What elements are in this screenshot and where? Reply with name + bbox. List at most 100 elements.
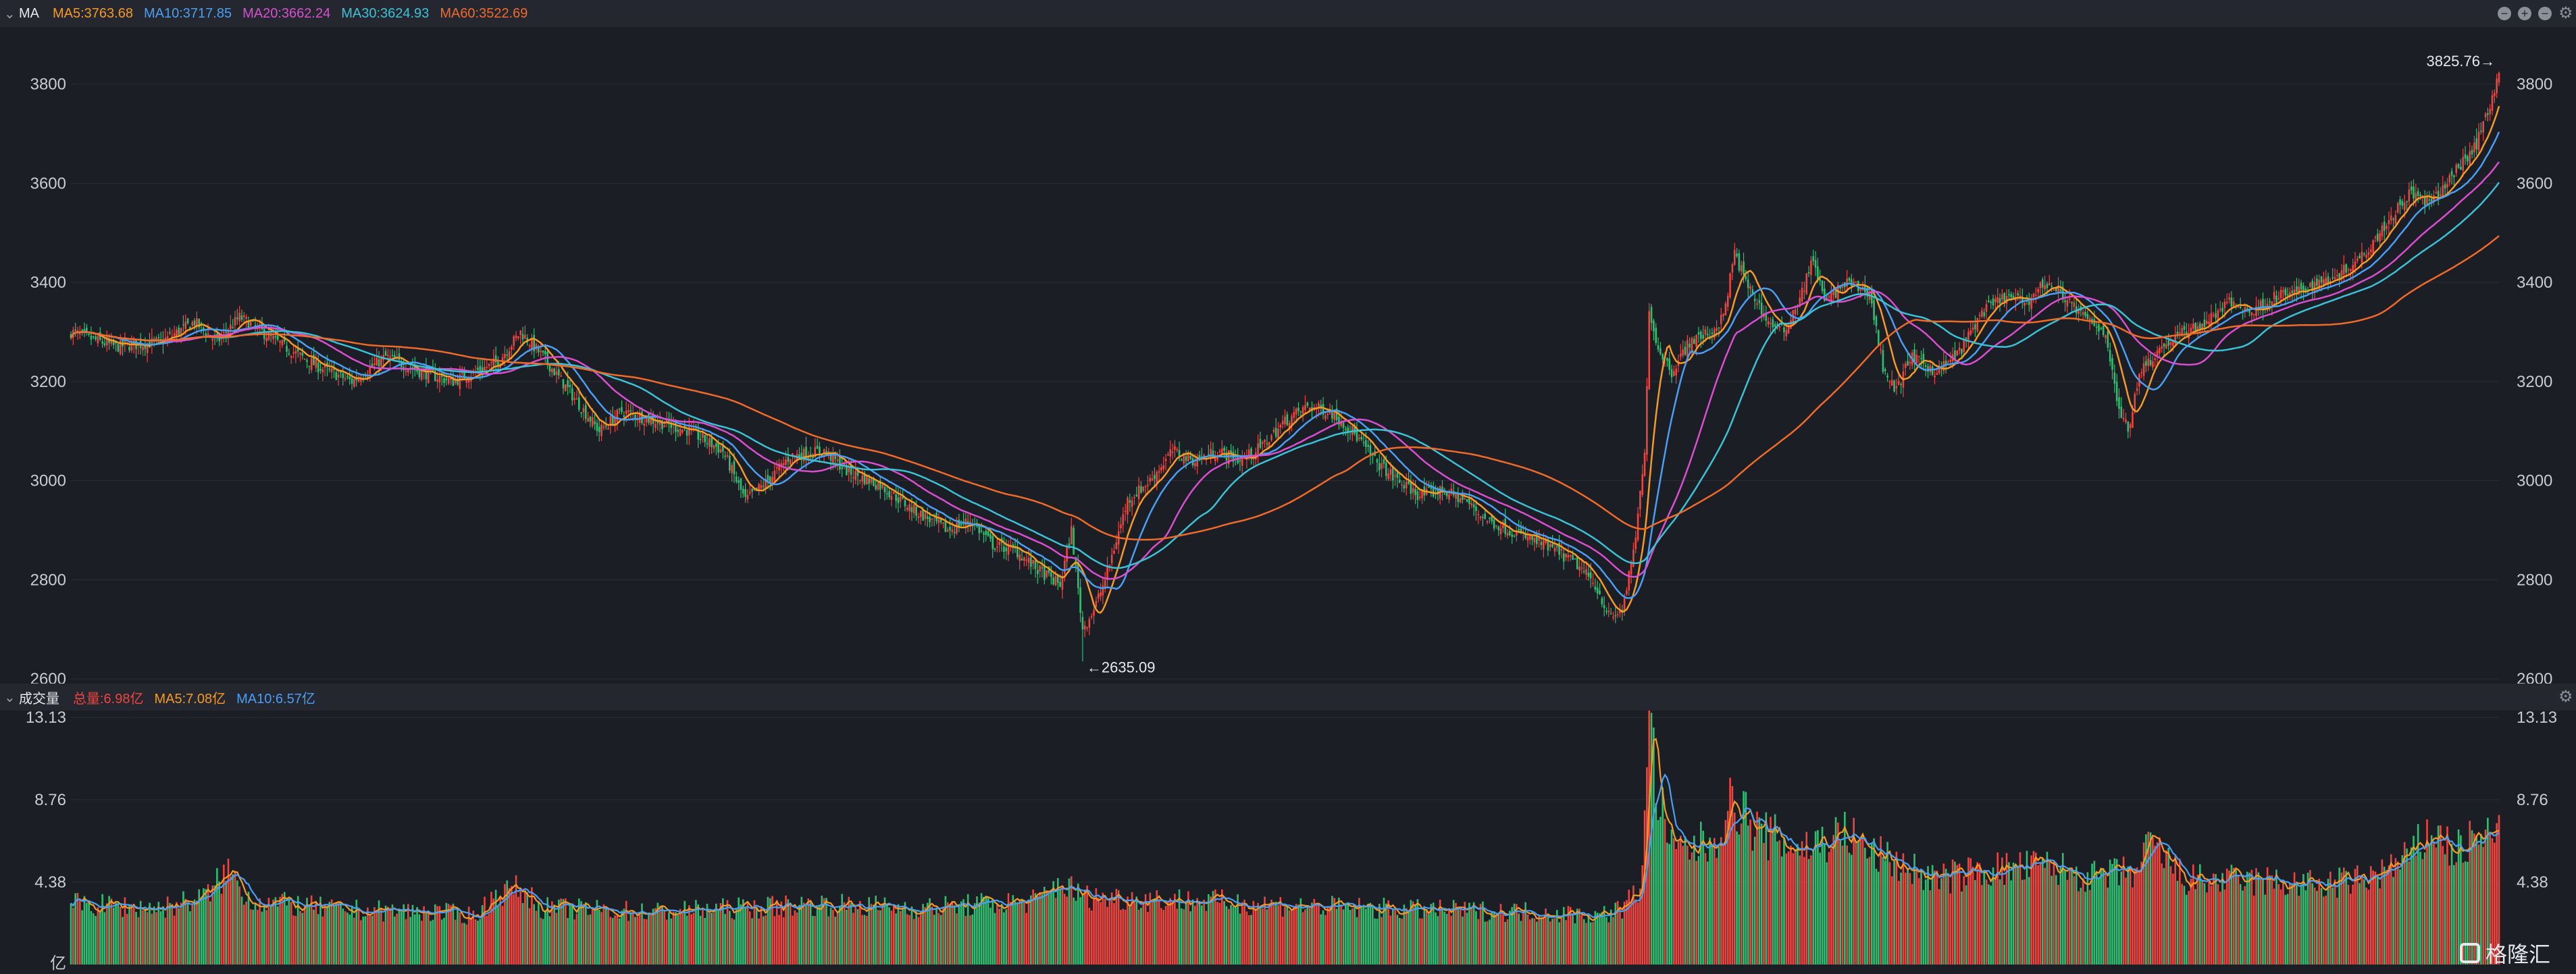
volume-bar bbox=[315, 902, 317, 965]
candle-body bbox=[2071, 302, 2073, 303]
volume-bar bbox=[994, 913, 996, 965]
volume-bar bbox=[1023, 900, 1025, 965]
volume-bar bbox=[2046, 852, 2049, 965]
volume-bar bbox=[1805, 831, 1808, 965]
candle-body bbox=[101, 341, 103, 344]
candle-body bbox=[1274, 428, 1277, 437]
candle-body bbox=[2318, 280, 2321, 290]
volume-bar bbox=[1664, 819, 1666, 965]
volume-bar bbox=[1661, 787, 1664, 965]
candle-body bbox=[1376, 459, 1379, 463]
volume-bar bbox=[2275, 869, 2277, 965]
candle-body bbox=[1129, 500, 1131, 503]
volume-bar bbox=[216, 868, 218, 965]
candlestick-chart[interactable]: 2600 26002800 28003000 30003200 32003400 3400… bbox=[0, 0, 2576, 974]
volume-bar bbox=[2442, 846, 2444, 965]
minus-icon[interactable]: − bbox=[2498, 7, 2511, 20]
candle-body bbox=[1770, 323, 1772, 324]
ma60-line bbox=[70, 235, 2500, 541]
candle-body bbox=[2365, 255, 2367, 258]
gear-icon[interactable]: ⚙ bbox=[2558, 5, 2573, 22]
candle-body bbox=[2215, 313, 2217, 318]
volume-bar bbox=[1655, 802, 1657, 965]
collapse-chevron-icon[interactable]: ⌄ bbox=[4, 5, 19, 22]
candle-body bbox=[1210, 448, 1212, 459]
candle-body bbox=[1726, 296, 1729, 307]
volume-bar bbox=[686, 915, 688, 965]
candle-body bbox=[623, 415, 625, 417]
volume-bar bbox=[1976, 862, 1979, 965]
candle-body bbox=[378, 359, 380, 367]
candle-body bbox=[1367, 444, 1369, 447]
candle-body bbox=[465, 380, 468, 383]
candle-body bbox=[2259, 301, 2262, 307]
candle-body bbox=[868, 478, 870, 484]
volume-bar bbox=[1216, 902, 1218, 965]
volume-bar bbox=[1670, 829, 1673, 965]
candle-body bbox=[2471, 150, 2473, 155]
volume-bar bbox=[1232, 906, 1235, 965]
volume-bar bbox=[1137, 909, 1140, 965]
volume-bar bbox=[1142, 901, 1145, 965]
candle-body bbox=[191, 322, 194, 326]
volume-bar bbox=[1783, 837, 1785, 965]
candle-body bbox=[841, 467, 844, 469]
volume-bar bbox=[1194, 905, 1196, 965]
volume-bar bbox=[2100, 867, 2103, 965]
volume-bar bbox=[2122, 856, 2125, 965]
candle-body bbox=[2406, 201, 2408, 203]
candle-body bbox=[555, 371, 558, 375]
candle-body bbox=[1533, 538, 1536, 543]
candle-body bbox=[1164, 459, 1167, 461]
candle-body bbox=[1596, 588, 1599, 594]
candle-body bbox=[337, 374, 340, 378]
candle-body bbox=[117, 344, 120, 352]
volume-unit-label: 亿 bbox=[50, 954, 66, 973]
volume-bar bbox=[249, 909, 252, 965]
volume-bar bbox=[1634, 899, 1637, 965]
volume-bar bbox=[2455, 862, 2458, 965]
gear-icon[interactable]: ⚙ bbox=[2558, 689, 2573, 705]
volume-bar bbox=[1174, 894, 1176, 965]
candle-body bbox=[2252, 313, 2255, 315]
volume-bar bbox=[2266, 867, 2269, 965]
candle-body bbox=[2107, 331, 2109, 348]
volume-bar bbox=[1855, 841, 1857, 965]
volume-bar bbox=[1270, 899, 1272, 965]
volume-bar bbox=[1421, 918, 1423, 965]
volume-bar bbox=[1493, 911, 1495, 965]
candle-body bbox=[1870, 292, 1873, 304]
candle-body bbox=[1239, 460, 1241, 462]
volume-bar bbox=[1489, 919, 1491, 965]
volume-bar bbox=[1110, 892, 1113, 965]
candle-body bbox=[225, 332, 227, 333]
volume-bar bbox=[598, 910, 600, 965]
volume-bar bbox=[1947, 875, 1949, 965]
volume-bar bbox=[634, 917, 636, 965]
volume-bar bbox=[2071, 867, 2073, 965]
minus-icon[interactable]: − bbox=[2538, 7, 2552, 20]
volume-bar bbox=[1797, 844, 1799, 965]
candle-body bbox=[2376, 234, 2379, 241]
volume-bar bbox=[1356, 917, 1358, 965]
candle-body bbox=[991, 536, 994, 550]
candle-body bbox=[342, 373, 344, 378]
candle-body bbox=[1909, 361, 1911, 364]
volume-bar bbox=[1949, 893, 1952, 965]
volume-bar bbox=[2102, 868, 2105, 965]
volume-bar bbox=[90, 911, 93, 965]
volume-bar bbox=[319, 896, 321, 965]
volume-bar bbox=[2448, 865, 2451, 965]
candle-body bbox=[306, 360, 308, 362]
candle-body bbox=[299, 352, 301, 355]
volume-bar bbox=[2392, 877, 2394, 965]
candle-body bbox=[1526, 536, 1529, 541]
candle-body bbox=[521, 334, 524, 340]
plus-icon[interactable]: + bbox=[2518, 7, 2531, 20]
collapse-chevron-icon[interactable]: ⌄ bbox=[4, 689, 19, 706]
candle-body bbox=[369, 367, 371, 374]
candle-body bbox=[960, 523, 962, 526]
volume-bar bbox=[169, 902, 171, 965]
candle-body bbox=[967, 521, 969, 523]
candle-body bbox=[2440, 194, 2442, 196]
